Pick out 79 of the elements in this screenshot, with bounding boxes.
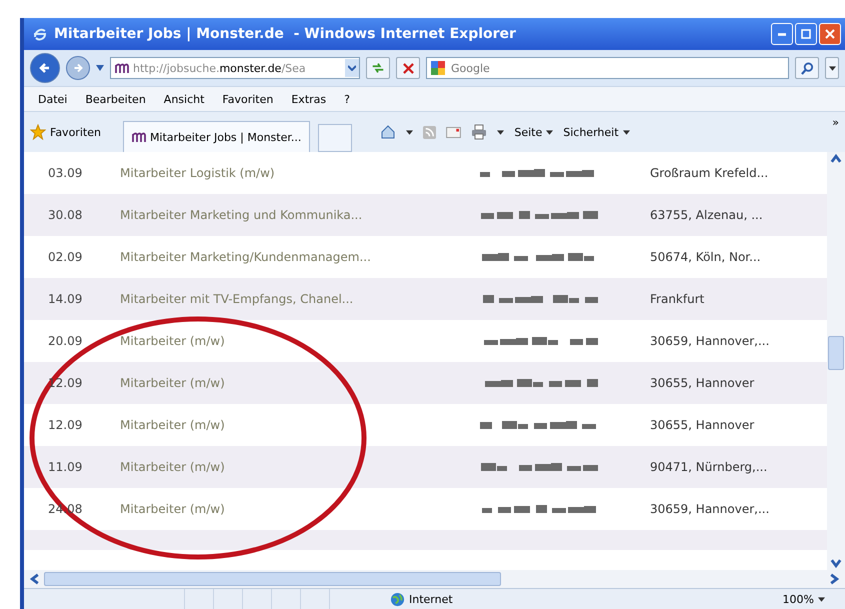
date-cell-text: 30.08 (47, 208, 84, 222)
date-cell-text: 14.09 (47, 292, 84, 306)
job-title-link[interactable]: Mitarbeiter Logistik (m/w) (120, 166, 480, 180)
scroll-thumb[interactable] (828, 336, 844, 370)
menu-item[interactable]: Bearbeiten (85, 92, 146, 106)
printer-icon[interactable] (471, 124, 488, 140)
mail-icon[interactable] (446, 126, 462, 138)
site-icon (115, 63, 129, 73)
maximize-icon (801, 29, 811, 39)
caret-icon (406, 130, 414, 134)
job-title-link[interactable]: Mitarbeiter (m/w) (120, 502, 480, 516)
address-field[interactable]: http://jobsuche.monster.de/Sea (110, 57, 360, 79)
job-title-link[interactable]: Mitarbeiter Marketing/Kundenmanagem... (120, 250, 480, 264)
location-cell: Großraum Krefeld... (650, 166, 768, 180)
command-menu[interactable]: Seite (514, 126, 554, 138)
search-options-button[interactable] (825, 57, 839, 79)
caret-icon (497, 130, 504, 134)
browser-tab[interactable]: Mitarbeiter Jobs | Monster... (122, 121, 310, 152)
favorites-button[interactable]: Favoriten (30, 124, 101, 140)
security-zone-label: Internet (409, 592, 453, 606)
job-title-link[interactable]: Mitarbeiter Marketing und Kommunika... (120, 208, 480, 222)
job-title-link[interactable]: Mitarbeiter (m/w) (120, 334, 480, 348)
menu-item[interactable]: Ansicht (164, 92, 204, 106)
zoom-level-button[interactable]: 100% (782, 592, 825, 606)
more-button[interactable]: » (832, 116, 839, 129)
menu-item[interactable]: Extras (291, 92, 326, 106)
close-icon (825, 29, 835, 39)
close-button[interactable] (819, 23, 841, 45)
horizontal-scrollbar[interactable] (24, 570, 845, 588)
caret-icon (622, 130, 630, 134)
refresh-icon (371, 61, 385, 75)
back-button[interactable] (30, 53, 60, 83)
window-title: Mitarbeiter Jobs | Monster.de - Windows Internet Explorer (54, 26, 517, 42)
menu-item[interactable]: ? (344, 92, 350, 106)
minimize-icon (778, 32, 786, 36)
job-title-link[interactable]: Mitarbeiter mit TV-Empfangs, Chanel... (120, 292, 480, 306)
scroll-thumb[interactable] (44, 572, 502, 586)
location-cell: 30659, Hannover,... (650, 334, 770, 348)
job-title-link[interactable]: Mitarbeiter (m/w) (120, 460, 480, 474)
minimize-button[interactable] (771, 23, 793, 45)
location-cell: Frankfurt (650, 292, 704, 306)
chevron-down-icon (348, 65, 356, 71)
location-cell: 50674, Köln, Nor... (650, 250, 761, 264)
location-cell: 90471, Nürnberg,... (650, 460, 768, 474)
location-cell: 63755, Alzenau, ... (650, 208, 763, 222)
url-text: http://jobsuche.monster.de/Sea (133, 62, 307, 74)
caret-icon (546, 130, 554, 134)
job-title-link[interactable]: Mitarbeiter (m/w) (120, 418, 480, 432)
job-title-link[interactable]: Mitarbeiter (m/w) (120, 376, 480, 390)
date-cell-text: 11.09 (47, 460, 84, 474)
location-cell: 30659, Hannover,... (650, 502, 770, 516)
date-cell-text: 12.09 (47, 418, 84, 432)
menu-item[interactable]: Datei (38, 92, 68, 106)
caret-icon (818, 596, 825, 602)
date-cell-text: 02.09 (47, 250, 84, 264)
stop-button[interactable] (396, 57, 420, 79)
location-cell: 30655, Hannover (650, 376, 754, 390)
refresh-button[interactable] (366, 57, 390, 79)
menu-item[interactable]: Favoriten (222, 92, 274, 106)
site-icon (132, 132, 146, 142)
caret-icon (828, 66, 836, 70)
date-cell-text: 20.09 (47, 334, 84, 348)
search-field[interactable]: Google (426, 57, 789, 79)
maximize-button[interactable] (795, 23, 817, 45)
dropdown-arrow-icon[interactable] (96, 65, 104, 71)
location-cell: 30655, Hannover (650, 418, 754, 432)
command-menu[interactable]: Sicherheit (563, 126, 630, 138)
close-icon (402, 62, 414, 74)
globe-icon (390, 592, 405, 606)
ie-logo-icon (32, 26, 48, 42)
search-button[interactable] (795, 57, 819, 79)
dropdown-button[interactable] (345, 59, 359, 77)
vertical-scrollbar[interactable] (827, 152, 845, 570)
star-icon (30, 124, 46, 140)
forward-button[interactable] (66, 56, 90, 80)
search-provider-icon (431, 61, 445, 75)
home-icon[interactable] (380, 124, 396, 140)
search-icon (800, 62, 814, 74)
date-cell-text: 03.09 (47, 166, 84, 180)
